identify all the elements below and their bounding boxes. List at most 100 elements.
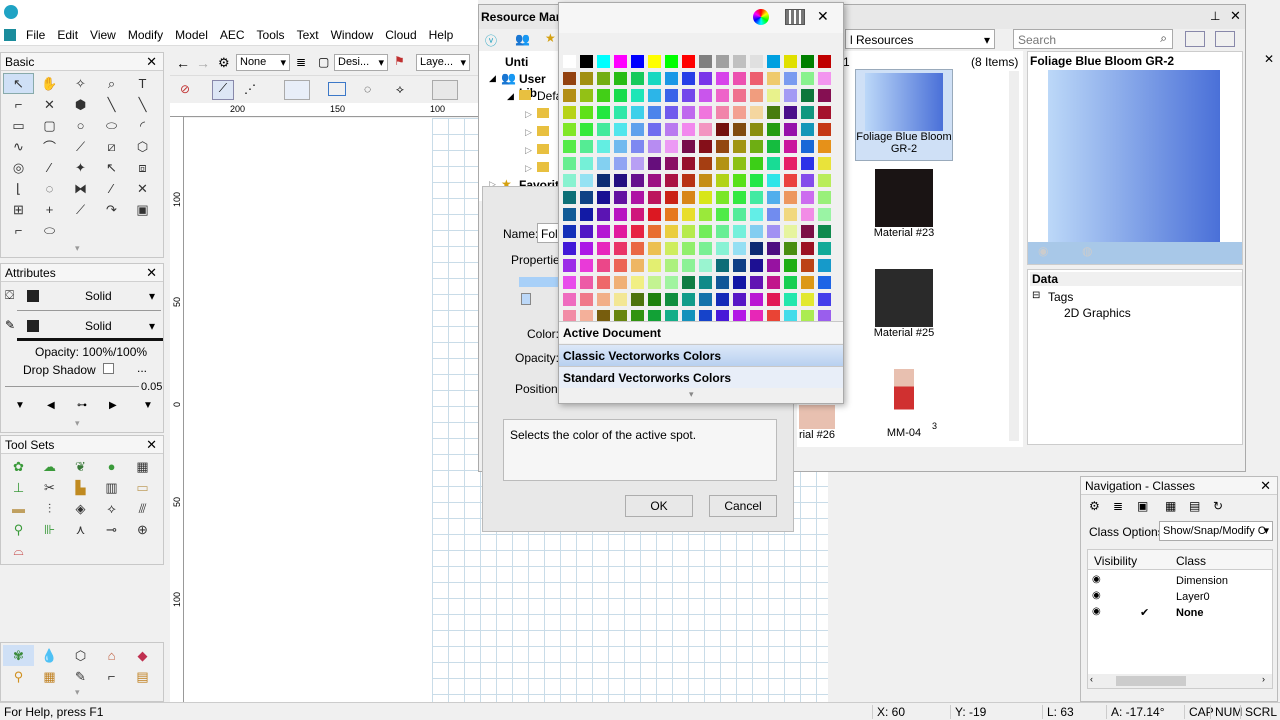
color-swatch[interactable] [631,123,644,136]
tape-measure-tool-icon[interactable]: ⌐ [3,220,34,241]
magic-wand-tool-icon[interactable]: ✦ [65,157,96,178]
mode-line-icon[interactable]: ⟋ [212,80,234,100]
fillet-tool-icon[interactable]: ⌊ [3,178,34,199]
drop-shadow-more[interactable]: ... [137,361,147,375]
color-swatch[interactable] [563,242,576,255]
color-swatch[interactable] [716,140,729,153]
close-icon[interactable]: ✕ [146,265,157,281]
color-swatch[interactable] [563,293,576,306]
color-swatch[interactable] [818,55,831,68]
color-swatch[interactable] [716,106,729,119]
color-swatch[interactable] [733,225,746,238]
circle-tool-icon[interactable]: ○ [65,115,96,136]
color-swatch[interactable] [818,106,831,119]
color-swatch[interactable] [767,242,780,255]
color-swatch[interactable] [716,208,729,221]
tree-expand-icon[interactable]: ▷ [525,163,532,174]
color-swatch[interactable] [682,72,695,85]
color-swatch[interactable] [784,72,797,85]
house-toolset-icon[interactable]: ⌂ [96,645,127,666]
visible-eye-icon[interactable]: ◉ [1092,590,1101,601]
resource-item-foliage[interactable]: Foliage Blue Bloom GR-2 [855,69,953,161]
color-swatch[interactable] [580,259,593,272]
visible-eye-icon[interactable]: ◉ [1092,606,1101,617]
color-swatch[interactable] [699,72,712,85]
color-swatch[interactable] [648,89,661,102]
class-row[interactable]: ◉ Dimension [1088,574,1272,590]
color-swatch[interactable] [580,55,593,68]
class-select[interactable]: None ▾ [236,54,290,71]
color-swatch[interactable] [614,72,627,85]
color-swatch[interactable] [699,140,712,153]
furniture-toolset-icon[interactable]: ▤ [127,666,158,687]
back-arrow-icon[interactable]: ← [176,55,190,71]
offset-tool-icon[interactable]: ◌ [34,178,65,199]
color-swatch[interactable] [818,259,831,272]
line-tool-icon[interactable]: ╲ [96,94,127,115]
building-shell-icon[interactable]: ▬ [3,498,34,519]
framing-icon[interactable]: ⫻ [127,498,158,519]
color-swatch[interactable] [699,89,712,102]
hardscape-icon[interactable]: ⟡ [96,498,127,519]
color-swatch[interactable] [818,276,831,289]
color-swatch[interactable] [784,140,797,153]
truss-tool-icon[interactable]: ⬭ [34,220,65,241]
color-swatch[interactable] [784,123,797,136]
favorites-icon[interactable]: ★ [545,31,556,45]
color-swatch[interactable] [784,225,797,238]
color-swatch[interactable] [665,55,678,68]
color-swatch[interactable] [597,293,610,306]
color-swatch[interactable] [716,55,729,68]
color-swatch[interactable] [597,89,610,102]
menu-view[interactable]: View [84,24,122,46]
horizontal-scrollbar[interactable]: ‹ › [1088,674,1272,688]
color-swatch[interactable] [563,191,576,204]
color-swatch[interactable] [801,225,814,238]
color-swatch[interactable] [750,293,763,306]
pin-icon[interactable]: ⊥ [1210,9,1220,23]
document-icon[interactable]: ▤ [1189,499,1200,513]
collapse-chevron-icon[interactable]: ▾ [75,418,80,429]
view-split-pane-icon[interactable] [1215,31,1235,47]
color-swatch[interactable] [818,208,831,221]
color-swatch[interactable] [784,106,797,119]
color-swatch[interactable] [699,106,712,119]
color-swatch[interactable] [682,174,695,187]
trim-tool-icon[interactable]: + [34,199,65,220]
color-swatch[interactable] [699,208,712,221]
color-swatch[interactable] [767,140,780,153]
color-swatch[interactable] [682,157,695,170]
color-swatch[interactable] [767,191,780,204]
color-swatch[interactable] [631,191,644,204]
color-swatch[interactable] [818,242,831,255]
split-tool-icon[interactable]: ✕ [127,178,158,199]
color-swatch[interactable] [648,225,661,238]
color-swatch[interactable] [631,276,644,289]
detailing-icon[interactable]: ✂ [34,477,65,498]
lighting-icon[interactable]: ⊪ [34,519,65,540]
color-swatch[interactable] [563,208,576,221]
color-swatch[interactable] [682,55,695,68]
section-classic-colors[interactable]: Classic Vectorworks Colors [559,344,843,366]
render-sphere-icon[interactable]: ◉ [1038,244,1048,258]
color-swatch[interactable] [750,123,763,136]
color-swatch[interactable] [614,225,627,238]
color-swatch[interactable] [733,55,746,68]
color-swatch[interactable] [614,208,627,221]
collapse-chevron-icon[interactable]: ▾ [75,243,80,254]
sheet-icon[interactable]: ▣ [1137,499,1148,513]
color-swatch[interactable] [580,191,593,204]
color-swatch[interactable] [665,157,678,170]
line-weight-slider[interactable] [5,386,139,387]
color-swatch[interactable] [750,174,763,187]
color-swatch[interactable] [750,157,763,170]
color-swatch[interactable] [733,140,746,153]
color-swatch[interactable] [733,276,746,289]
forward-arrow-icon[interactable]: → [196,55,210,71]
color-swatch[interactable] [801,174,814,187]
scroll-left-icon[interactable]: ‹ [1090,674,1093,684]
color-swatch[interactable] [733,191,746,204]
tree-expand-icon[interactable]: ▷ [525,145,532,156]
attribute-mapping-tool-icon[interactable]: ⁄ [96,178,127,199]
render-toolset-icon[interactable]: ◆ [127,645,158,666]
